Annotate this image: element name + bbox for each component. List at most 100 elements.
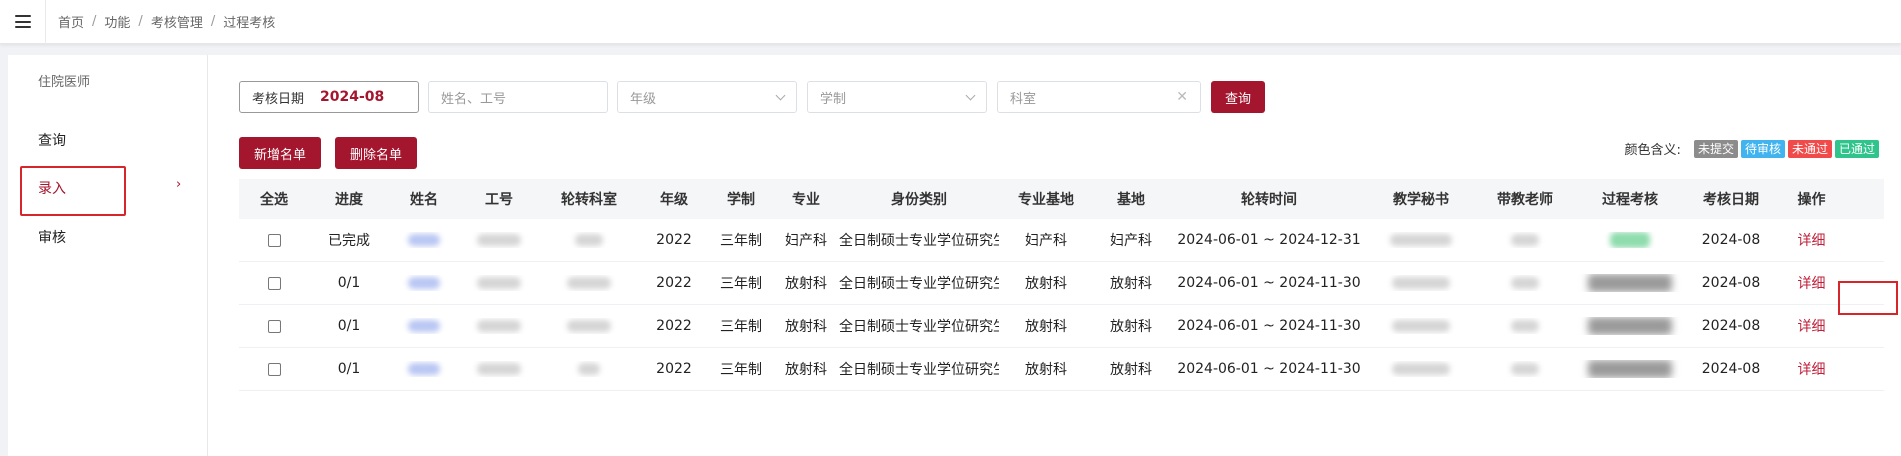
breadcrumb-home[interactable]: 首页 <box>58 12 84 31</box>
header-secretary: 教学秘书 <box>1393 192 1449 208</box>
teacher-redacted <box>1511 363 1539 375</box>
name-redacted[interactable] <box>408 363 440 375</box>
legend-tag-pending: 待审核 <box>1740 139 1785 158</box>
period-cell: 2024-06-01 ~ 2024-11-30 <box>1177 318 1361 334</box>
major-cell: 放射科 <box>785 362 827 378</box>
row-checkbox[interactable] <box>267 362 281 376</box>
grade-select-placeholder: 年级 <box>630 91 657 107</box>
detail-link[interactable]: 详细 <box>1798 233 1826 249</box>
id-redacted <box>477 277 521 289</box>
teacher-redacted <box>1511 320 1539 332</box>
delete-list-button[interactable]: 删除名单 <box>335 137 417 169</box>
table-row: 0/1 2022 三年制 放射科 全日制硕士专业学位研究生 放射科 放射科 20… <box>239 262 1884 305</box>
assessment-status-badge[interactable] <box>1588 317 1672 335</box>
query-button[interactable]: 查询 <box>1211 81 1265 113</box>
header-rotation-dept: 轮转科室 <box>561 192 617 208</box>
header-select-all[interactable]: 全选 <box>239 189 309 209</box>
table-row: 已完成 2022 三年制 妇产科 全日制硕士专业学位研究生 妇产科 妇产科 20… <box>239 219 1884 262</box>
date-cell: 2024-08 <box>1701 318 1761 334</box>
main-panel: 住院医师 查询 录入 › 审核 考核日期 2024-08 姓名、工号 年级 学制… <box>8 55 1901 456</box>
dept-redacted <box>575 234 603 246</box>
grade-cell: 2022 <box>656 275 692 291</box>
header-major: 专业 <box>792 192 820 208</box>
major-cell: 放射科 <box>785 276 827 292</box>
clear-icon[interactable]: ✕ <box>1176 89 1188 105</box>
breadcrumb-assessment-management[interactable]: 考核管理 <box>151 12 203 31</box>
dept-redacted <box>578 363 600 375</box>
header-system: 学制 <box>727 192 755 208</box>
grade-select[interactable]: 年级 <box>617 81 797 113</box>
top-bar: 首页 / 功能 / 考核管理 / 过程考核 <box>0 0 1901 44</box>
assessment-status-badge[interactable] <box>1588 360 1672 378</box>
base-cell: 放射科 <box>1110 276 1152 292</box>
teacher-redacted <box>1511 277 1539 289</box>
system-cell: 三年制 <box>720 233 762 249</box>
legend-label: 颜色含义: <box>1624 143 1681 158</box>
period-cell: 2024-06-01 ~ 2024-12-31 <box>1177 232 1361 248</box>
identity-cell: 全日制硕士专业学位研究生 <box>839 319 999 335</box>
breadcrumb: 首页 / 功能 / 考核管理 / 过程考核 <box>58 12 275 31</box>
breadcrumb-function[interactable]: 功能 <box>104 12 130 31</box>
date-cell: 2024-08 <box>1701 361 1761 377</box>
row-checkbox[interactable] <box>267 233 281 247</box>
period-cell: 2024-06-01 ~ 2024-11-30 <box>1177 361 1361 377</box>
date-filter-label: 考核日期 <box>252 91 305 107</box>
identity-cell: 全日制硕士专业学位研究生 <box>839 276 999 292</box>
major-base-cell: 放射科 <box>1025 319 1067 335</box>
sidebar-item-review[interactable]: 审核 <box>38 227 66 247</box>
identity-cell: 全日制硕士专业学位研究生 <box>839 362 999 378</box>
header-rotation-period: 轮转时间 <box>1241 192 1297 208</box>
detail-link[interactable]: 详细 <box>1798 319 1826 335</box>
id-redacted <box>477 320 521 332</box>
secretary-redacted <box>1392 277 1450 289</box>
name-redacted[interactable] <box>408 277 440 289</box>
sidebar-item-entry[interactable]: 录入 <box>38 178 66 198</box>
name-redacted[interactable] <box>408 234 440 246</box>
assessment-status-badge[interactable] <box>1588 274 1672 292</box>
highlight-box <box>1838 281 1898 315</box>
detail-link[interactable]: 详细 <box>1798 362 1826 378</box>
header-major-base: 专业基地 <box>1018 192 1074 208</box>
table-header: 全选 进度 姓名 工号 轮转科室 年级 学制 专业 身份类别 专业基地 基地 轮… <box>239 179 1884 219</box>
progress-cell: 已完成 <box>328 233 370 249</box>
progress-cell: 0/1 <box>337 361 361 377</box>
secretary-redacted <box>1390 234 1452 246</box>
menu-toggle-icon[interactable] <box>0 0 46 44</box>
date-filter-value: 2024-08 <box>320 89 385 105</box>
date-cell: 2024-08 <box>1701 275 1761 291</box>
data-table: 全选 进度 姓名 工号 轮转科室 年级 学制 专业 身份类别 专业基地 基地 轮… <box>239 179 1884 391</box>
dept-select-placeholder: 科室 <box>1010 91 1037 107</box>
detail-link[interactable]: 详细 <box>1798 276 1826 292</box>
assessment-status-badge[interactable] <box>1610 232 1650 248</box>
add-list-button[interactable]: 新增名单 <box>239 137 321 169</box>
header-progress: 进度 <box>335 192 363 208</box>
major-cell: 放射科 <box>785 319 827 335</box>
grade-cell: 2022 <box>656 318 692 334</box>
grade-cell: 2022 <box>656 361 692 377</box>
system-select[interactable]: 学制 <box>807 81 987 113</box>
name-search-input[interactable]: 姓名、工号 <box>428 81 608 113</box>
header-process-assessment: 过程考核 <box>1602 192 1658 208</box>
base-cell: 放射科 <box>1110 319 1152 335</box>
table-row: 0/1 2022 三年制 放射科 全日制硕士专业学位研究生 放射科 放射科 20… <box>239 348 1884 391</box>
major-base-cell: 放射科 <box>1025 276 1067 292</box>
date-filter[interactable]: 考核日期 2024-08 <box>239 81 419 113</box>
base-cell: 放射科 <box>1110 362 1152 378</box>
dept-select[interactable]: 科室 ✕ <box>997 81 1201 113</box>
chevron-right-icon: › <box>176 177 182 192</box>
breadcrumb-separator: / <box>210 14 216 29</box>
identity-cell: 全日制硕士专业学位研究生 <box>839 233 999 249</box>
name-redacted[interactable] <box>408 320 440 332</box>
system-cell: 三年制 <box>720 362 762 378</box>
major-base-cell: 妇产科 <box>1025 233 1067 249</box>
header-base: 基地 <box>1117 192 1145 208</box>
row-checkbox[interactable] <box>267 319 281 333</box>
sidebar: 住院医师 查询 录入 › 审核 <box>8 55 208 456</box>
major-base-cell: 放射科 <box>1025 362 1067 378</box>
breadcrumb-current: 过程考核 <box>223 16 276 31</box>
legend-tag-passed: 已通过 <box>1834 139 1879 158</box>
row-checkbox[interactable] <box>267 276 281 290</box>
sidebar-item-query[interactable]: 查询 <box>38 130 66 150</box>
dept-redacted <box>567 320 611 332</box>
chevron-down-icon <box>965 90 976 100</box>
